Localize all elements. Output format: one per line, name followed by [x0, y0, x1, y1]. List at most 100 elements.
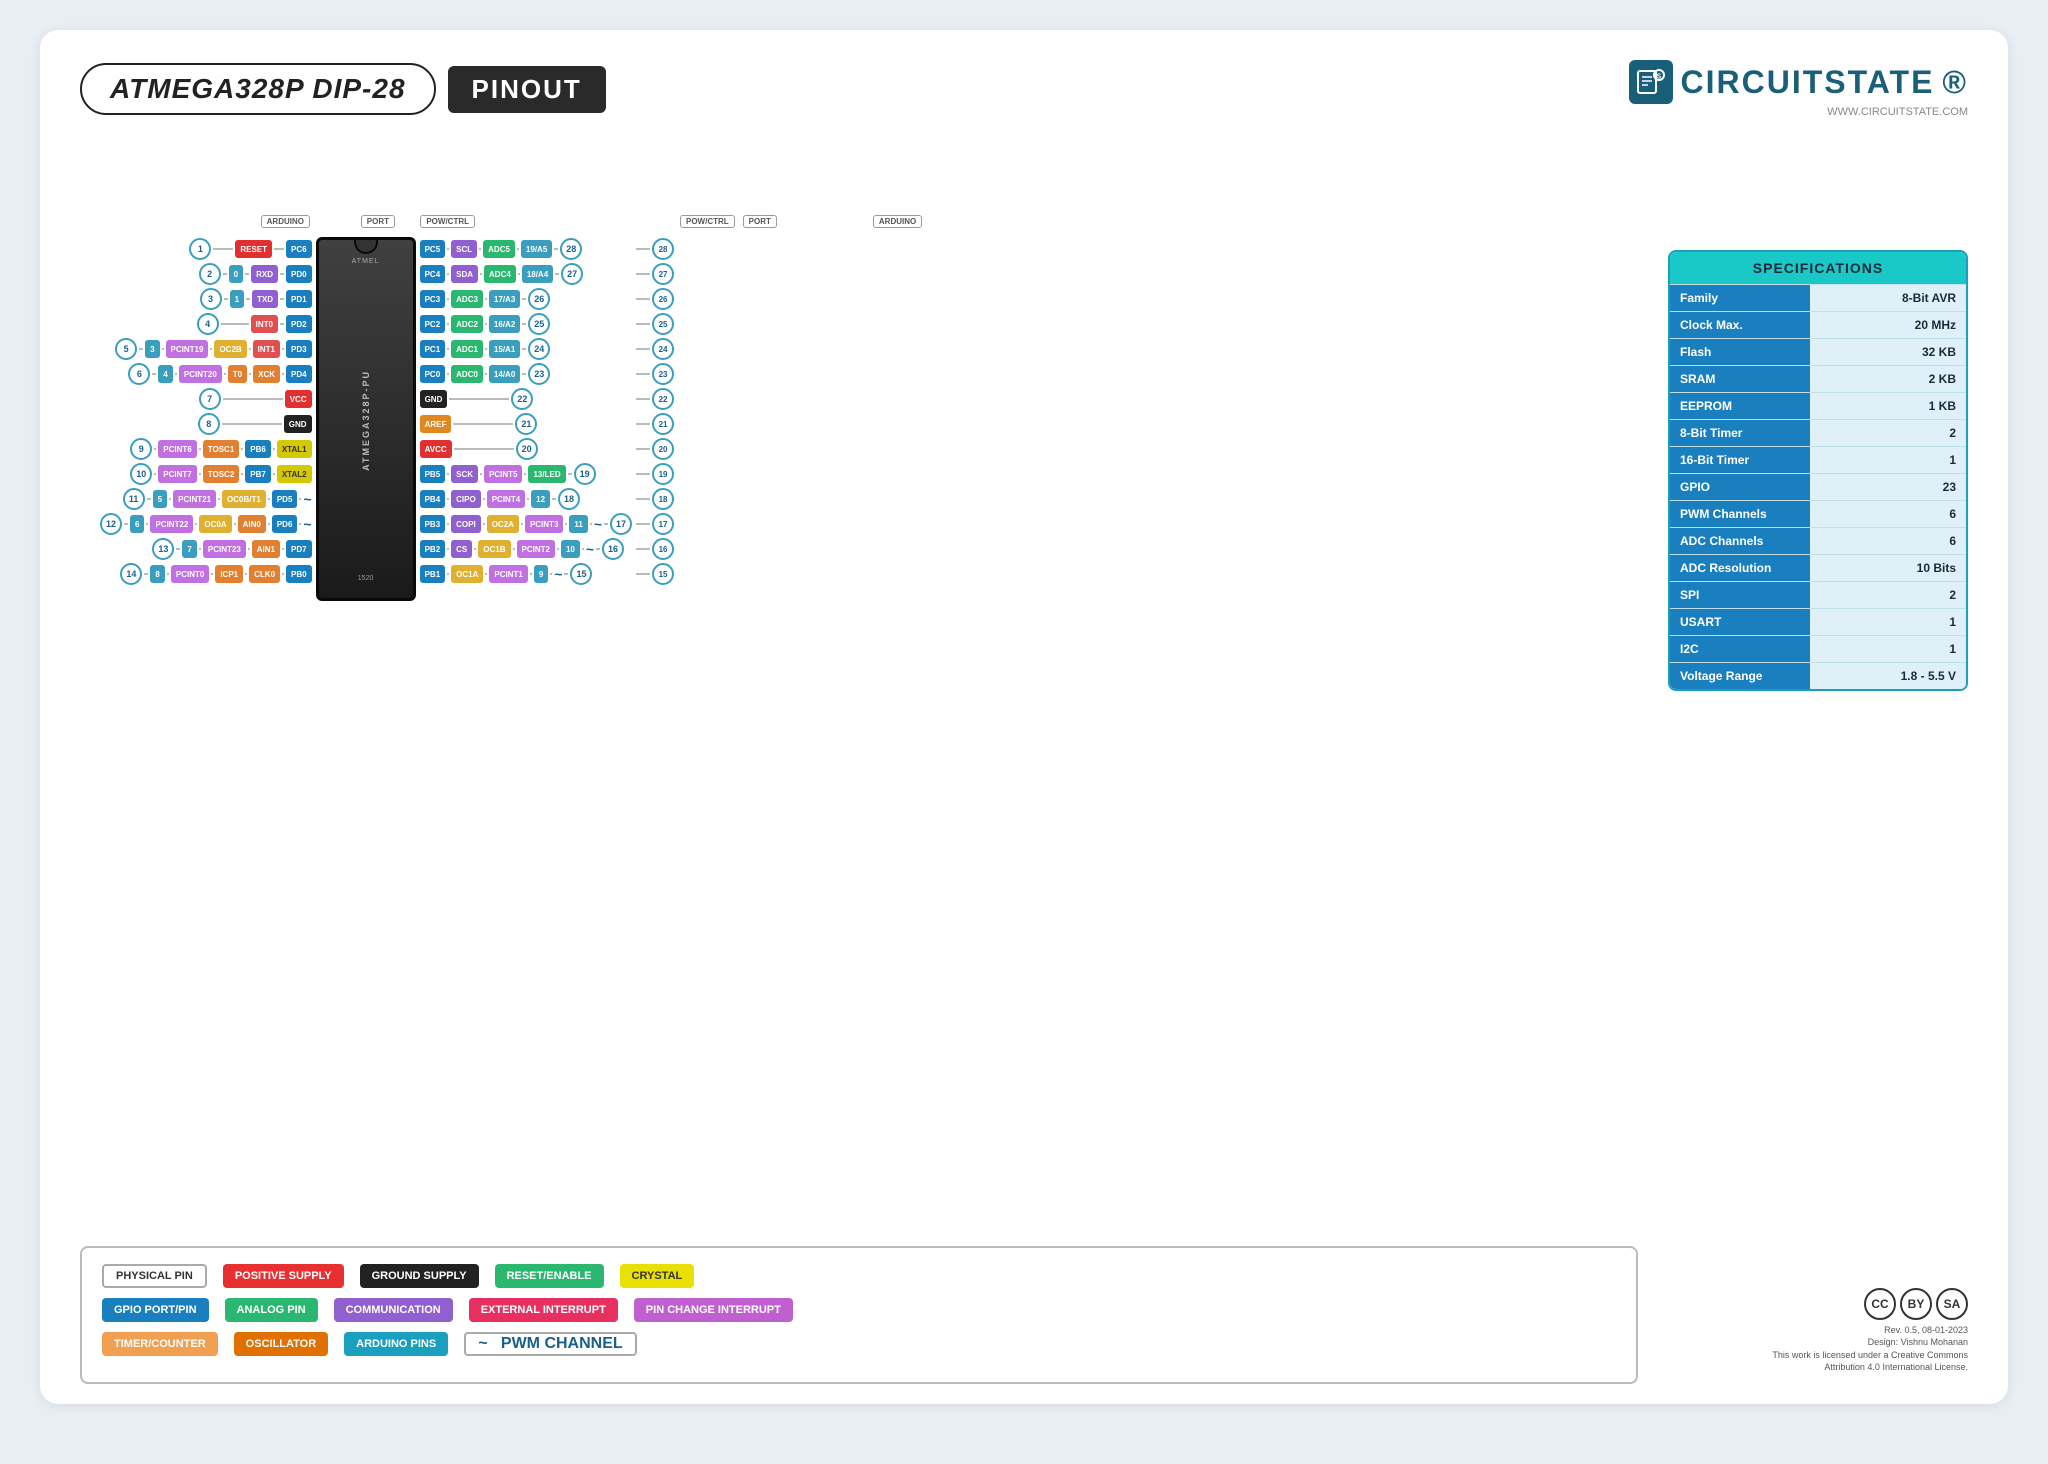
- phys-26: 26: [652, 288, 674, 310]
- pin10-pcint7: PCINT7: [158, 465, 196, 483]
- legend-crystal: CRYSTAL: [620, 1264, 695, 1288]
- pin18-cipo: CIPO: [451, 490, 481, 508]
- pin3-ard: 1: [230, 290, 244, 308]
- pin-row-18: PB4 CIPO PCINT4 12 18: [420, 487, 632, 511]
- legend-gpio: GPIO PORT/PIN: [102, 1298, 209, 1322]
- title-block: ATMEGA328P DIP-28 PINOUT: [80, 63, 606, 115]
- pin19-led: 13/LED: [528, 465, 565, 483]
- pin-row-13: 13 7 PCINT23 AIN1 PD7: [100, 537, 312, 561]
- pin-num-5: 5: [115, 338, 137, 360]
- pin3-txd: TXD: [252, 290, 278, 308]
- pin-num-25: 25: [528, 313, 550, 335]
- pin21-aref: AREF: [420, 415, 452, 433]
- legend-physical: PHYSICAL PIN: [102, 1264, 207, 1288]
- pin-num-28: 28: [560, 238, 582, 260]
- pin10-tosc2: TOSC2: [203, 465, 240, 483]
- specs-row-13: I2C 1: [1670, 635, 1966, 662]
- phys-27: 27: [652, 263, 674, 285]
- pin-num-11: 11: [123, 488, 145, 510]
- legend-badge-physical: PHYSICAL PIN: [102, 1264, 207, 1288]
- pin10-pb7: PB7: [245, 465, 271, 483]
- pin7-vcc: VCC: [285, 390, 312, 408]
- pin18-pb4: PB4: [420, 490, 446, 508]
- pin-row-4: 4 INT0 PD2: [100, 312, 312, 336]
- specs-row-0: Family 8-Bit AVR: [1670, 284, 1966, 311]
- pin5-oc2b: OC2B: [214, 340, 246, 358]
- chip-mfg: ATMEL: [352, 258, 380, 265]
- port-label-right: PORT: [743, 215, 777, 228]
- pin6-pcint20: PCINT20: [179, 365, 222, 383]
- phys-20: 20: [652, 438, 674, 460]
- pin-row-14: 14 8 PCINT0 ICP1 CLK0 PB0: [100, 562, 312, 586]
- legend-analog: ANALOG PIN: [225, 1298, 318, 1322]
- specs-row-5: 8-Bit Timer 2: [1670, 419, 1966, 446]
- pin15-pcint1: PCINT1: [489, 565, 527, 583]
- pinout-diagram: ARDUINO PORT POW/CTRL 1 RESET PC6: [100, 215, 1060, 601]
- cc-license2: Attribution 4.0 International License.: [1772, 1361, 1968, 1374]
- pin-row-26: PC3 ADC3 17/A3 26: [420, 287, 632, 311]
- pin17-copi: COPI: [451, 515, 481, 533]
- pin6-pd4: PD4: [286, 365, 312, 383]
- pin14-ard: 8: [150, 565, 164, 583]
- pin-num-15: 15: [570, 563, 592, 585]
- pin12-ard: 6: [130, 515, 144, 533]
- pin17-pwm: ~: [594, 516, 602, 532]
- right-physical-nums: 28 27 26 25 24: [636, 237, 674, 586]
- pin28-ard: 19/A5: [521, 240, 552, 258]
- legend-pinchange: PIN CHANGE INTERRUPT: [634, 1298, 793, 1322]
- cc-icon-cc: CC: [1864, 1288, 1896, 1320]
- pin16-pcint2: PCINT2: [517, 540, 555, 558]
- specs-row-10: ADC Resolution 10 Bits: [1670, 554, 1966, 581]
- pin28-adc5: ADC5: [483, 240, 515, 258]
- pin27-pc4: PC4: [420, 265, 446, 283]
- pin13-pd7: PD7: [286, 540, 312, 558]
- pin17-pcint3: PCINT3: [525, 515, 563, 533]
- pin28-scl: SCL: [451, 240, 477, 258]
- pin-num-27: 27: [561, 263, 583, 285]
- pin-row-12: 12 6 PCINT22 OC0A AIN0 PD6 ~: [100, 512, 312, 536]
- logo-text: S CIRCUITSTATE®: [1629, 60, 1968, 104]
- legend-badge-timer: TIMER/COUNTER: [102, 1332, 218, 1356]
- pin14-pcint0: PCINT0: [171, 565, 209, 583]
- pin10-xtal2: XTAL2: [277, 465, 312, 483]
- logo-url: WWW.CIRCUITSTATE.COM: [1827, 106, 1968, 118]
- pin1-pc6: PC6: [286, 240, 312, 258]
- cc-icon-by: BY: [1900, 1288, 1932, 1320]
- pin24-ard: 15/A1: [489, 340, 520, 358]
- specs-row-2: Flash 32 KB: [1670, 338, 1966, 365]
- specs-row-4: EEPROM 1 KB: [1670, 392, 1966, 419]
- pin17-ard: 11: [569, 515, 587, 533]
- powctrl-label-left: POW/CTRL: [420, 215, 475, 228]
- phys-19: 19: [652, 463, 674, 485]
- pin11-ard: 5: [153, 490, 167, 508]
- legend-badge-pinchange: PIN CHANGE INTERRUPT: [634, 1298, 793, 1322]
- legend-ground: GROUND SUPPLY: [360, 1264, 479, 1288]
- pin23-pc0: PC0: [420, 365, 446, 383]
- arduino-label-right: ARDUINO: [873, 215, 922, 228]
- phys-18: 18: [652, 488, 674, 510]
- pin15-pb1: PB1: [420, 565, 446, 583]
- pin16-oc1b: OC1B: [478, 540, 510, 558]
- pin-num-3: 3: [200, 288, 222, 310]
- pin-row-10: 10 PCINT7 TOSC2 PB7 XTAL2: [100, 462, 312, 486]
- pin-row-7: 7 VCC: [100, 387, 312, 411]
- legend-badge-crystal: CRYSTAL: [620, 1264, 695, 1288]
- pin-row-2: 2 0 RXD PD0: [100, 262, 312, 286]
- specs-row-6: 16-Bit Timer 1: [1670, 446, 1966, 473]
- chip-title: ATMEGA328P DIP-28: [80, 63, 436, 115]
- pin18-pcint4: PCINT4: [487, 490, 525, 508]
- pin-num-23: 23: [528, 363, 550, 385]
- pin4-pd2: PD2: [286, 315, 312, 333]
- pin26-ard: 17/A3: [489, 290, 520, 308]
- pin-row-22: GND 22: [420, 387, 632, 411]
- pin-num-19: 19: [574, 463, 596, 485]
- pin-row-11: 11 5 PCINT21 OC0B/T1 PD5 ~: [100, 487, 312, 511]
- legend-oscillator: OSCILLATOR: [234, 1332, 328, 1356]
- legend-badge-analog: ANALOG PIN: [225, 1298, 318, 1322]
- pin5-int1: INT1: [253, 340, 280, 358]
- legend-badge-positive: POSITIVE SUPPLY: [223, 1264, 344, 1288]
- phys-17: 17: [652, 513, 674, 535]
- cc-rev: Rev. 0.5, 08-01-2023: [1772, 1324, 1968, 1337]
- pin-num-13: 13: [152, 538, 174, 560]
- pin24-adc1: ADC1: [451, 340, 483, 358]
